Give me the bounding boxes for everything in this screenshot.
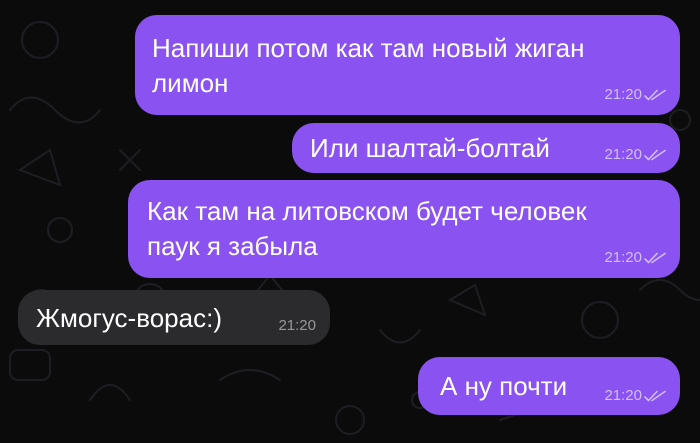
outgoing-message-bubble[interactable]: Как там на литовском будет человек паук … [128,180,680,278]
outgoing-message-bubble[interactable]: А ну почти 21:20 [418,357,680,415]
double-check-icon [644,252,666,264]
message-time: 21:20 [604,387,642,404]
outgoing-message-bubble[interactable]: Напиши потом как там новый жиган лимон 2… [135,15,680,115]
double-check-icon [644,390,666,402]
message-text: лимон [152,68,229,98]
double-check-icon [644,89,666,101]
message-time: 21:20 [604,249,642,266]
message-time: 21:20 [604,146,642,163]
incoming-message-bubble[interactable]: Жмогус-ворас:) 21:20 [18,290,330,345]
outgoing-message-bubble[interactable]: Или шалтай-болтай 21:20 [292,123,680,173]
message-meta: 21:20 [604,87,666,103]
message-text: Как там на литовском будет человек [147,196,587,226]
message-text: Напиши потом как там новый жиган [152,33,585,63]
message-text: Или шалтай-болтай [310,133,550,163]
message-time: 21:20 [604,86,642,103]
message-meta: 21:20 [604,147,666,163]
message-time: 21:20 [278,317,316,334]
chat-area[interactable]: Напиши потом как там новый жиган лимон 2… [0,0,700,443]
message-text: А ну почти [440,371,568,401]
message-meta: 21:20 [604,250,666,266]
message-meta: 21:20 [278,318,316,334]
message-text: Жмогус-ворас:) [36,303,222,333]
message-text: паук я забыла [147,231,318,261]
double-check-icon [644,149,666,161]
message-meta: 21:20 [604,388,666,404]
